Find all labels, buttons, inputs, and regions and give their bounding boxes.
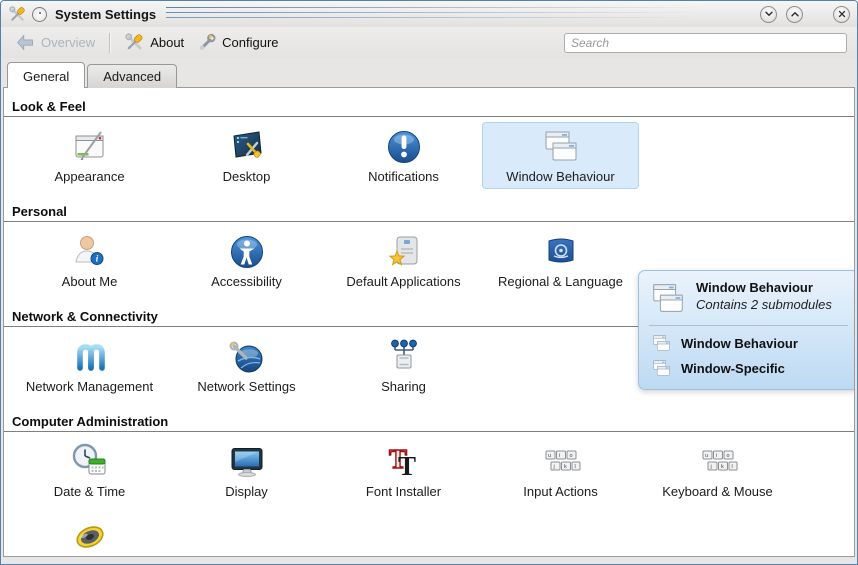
module-label: Regional & Language: [498, 274, 623, 289]
accessibility-icon: [227, 232, 267, 272]
module-label: Keyboard & Mouse: [662, 484, 773, 499]
module-sharing[interactable]: Sharing: [325, 332, 482, 399]
module-label: Appearance: [54, 169, 124, 184]
globe-wrench-icon: [227, 337, 267, 377]
configure-label: Configure: [222, 35, 278, 50]
module-network-settings[interactable]: Network Settings: [168, 332, 325, 399]
module-regional-language[interactable]: Regional & Language: [482, 227, 639, 294]
module-label: Accessibility: [211, 274, 282, 289]
configure-button[interactable]: Configure: [190, 30, 284, 55]
module-network-management[interactable]: Network Management: [11, 332, 168, 399]
tab-advanced[interactable]: Advanced: [87, 64, 177, 88]
module-accessibility[interactable]: Accessibility: [168, 227, 325, 294]
module-label: Display: [225, 484, 268, 499]
submodule-label: Window Behaviour: [681, 336, 798, 351]
tooltip-submodule-window-specific: Window-Specific: [649, 356, 848, 381]
network-management-icon: [70, 337, 110, 377]
fonts-icon: T T: [384, 442, 424, 482]
sharing-icon: [384, 337, 424, 377]
module-notifications[interactable]: Notifications: [325, 122, 482, 189]
toolbar-separator: [109, 33, 110, 53]
speaker-icon: [70, 518, 110, 557]
keyboard-keys-icon: [541, 442, 581, 482]
toolbar: Overview About Configure: [1, 27, 857, 58]
window-icon: [651, 358, 672, 379]
tooltip-submodule-window-behaviour: Window Behaviour: [649, 331, 848, 356]
crossed-tools-icon: [124, 32, 145, 53]
section-row: Multimedia: [4, 508, 854, 557]
maximize-button[interactable]: [786, 6, 803, 23]
module-display[interactable]: Display: [168, 437, 325, 504]
search-input[interactable]: [564, 33, 847, 53]
module-about-me[interactable]: i About Me: [11, 227, 168, 294]
section-header-personal: Personal: [4, 193, 854, 222]
module-input-actions[interactable]: Input Actions: [482, 437, 639, 504]
module-label: Font Installer: [366, 484, 441, 499]
module-default-applications[interactable]: Default Applications: [325, 227, 482, 294]
tooltip-header: Window Behaviour Contains 2 submodules: [649, 280, 848, 318]
titlebar-stripes: [166, 1, 750, 27]
module-tooltip: Window Behaviour Contains 2 submodules W…: [638, 270, 855, 390]
default-applications-icon: [384, 232, 424, 272]
monitor-icon: [227, 442, 267, 482]
keyboard-keys-icon: [698, 442, 738, 482]
back-arrow-icon: [15, 32, 36, 53]
window-title: System Settings: [55, 7, 156, 22]
tooltip-title: Window Behaviour: [696, 280, 832, 295]
about-button[interactable]: About: [118, 30, 190, 55]
module-label: Notifications: [368, 169, 439, 184]
wrench-icon: [196, 32, 217, 53]
tooltip-subtitle: Contains 2 submodules: [696, 297, 832, 312]
svg-text:T: T: [397, 451, 415, 481]
module-keyboard-mouse[interactable]: Keyboard & Mouse: [639, 437, 796, 504]
clock-calendar-icon: [70, 442, 110, 482]
modules-panel: Look & Feel Appearance: [3, 87, 855, 557]
user-info-icon: i: [70, 232, 110, 272]
module-label: Sharing: [381, 379, 426, 394]
section-header-look-and-feel: Look & Feel: [4, 88, 854, 117]
overview-button[interactable]: Overview: [9, 30, 101, 55]
section-row: Appearance Desktop: [4, 117, 854, 193]
notifications-icon: [384, 127, 424, 167]
module-label: Input Actions: [523, 484, 597, 499]
window-icon: [651, 333, 672, 354]
system-settings-app-icon: [8, 5, 27, 24]
window-behaviour-icon: [541, 127, 581, 167]
tab-general[interactable]: General: [7, 62, 85, 88]
minimize-button[interactable]: [760, 6, 777, 23]
desktop-icon: [227, 127, 267, 167]
system-settings-window: System Settings Overview About: [0, 0, 858, 565]
search-container: [564, 33, 847, 53]
module-label: About Me: [62, 274, 118, 289]
appearance-icon: [70, 127, 110, 167]
titlebar[interactable]: System Settings: [1, 1, 857, 27]
module-label: Desktop: [223, 169, 271, 184]
chevron-down-icon: [764, 9, 774, 19]
module-label: Network Settings: [197, 379, 295, 394]
overview-label: Overview: [41, 35, 95, 50]
module-multimedia[interactable]: Multimedia: [11, 513, 168, 557]
submodule-label: Window-Specific: [681, 361, 785, 376]
about-label: About: [150, 35, 184, 50]
section-row: Date & Time Display T: [4, 432, 854, 508]
module-label: Network Management: [26, 379, 153, 394]
close-button[interactable]: [833, 6, 850, 23]
module-label: Date & Time: [54, 484, 126, 499]
tooltip-separator: [649, 325, 848, 326]
window-menu-icon[interactable]: [32, 7, 47, 22]
module-window-behaviour[interactable]: Window Behaviour: [482, 122, 639, 189]
section-header-computer-administration: Computer Administration: [4, 403, 854, 432]
chevron-up-icon: [790, 9, 800, 19]
module-font-installer[interactable]: T T Font Installer: [325, 437, 482, 504]
module-label: Default Applications: [346, 274, 460, 289]
module-label: Window Behaviour: [506, 169, 614, 184]
module-desktop[interactable]: Desktop: [168, 122, 325, 189]
un-flag-icon: [541, 232, 581, 272]
module-appearance[interactable]: Appearance: [11, 122, 168, 189]
module-date-time[interactable]: Date & Time: [11, 437, 168, 504]
close-icon: [837, 9, 847, 19]
window-behaviour-icon: [649, 280, 687, 318]
tab-bar: General Advanced: [1, 58, 857, 87]
